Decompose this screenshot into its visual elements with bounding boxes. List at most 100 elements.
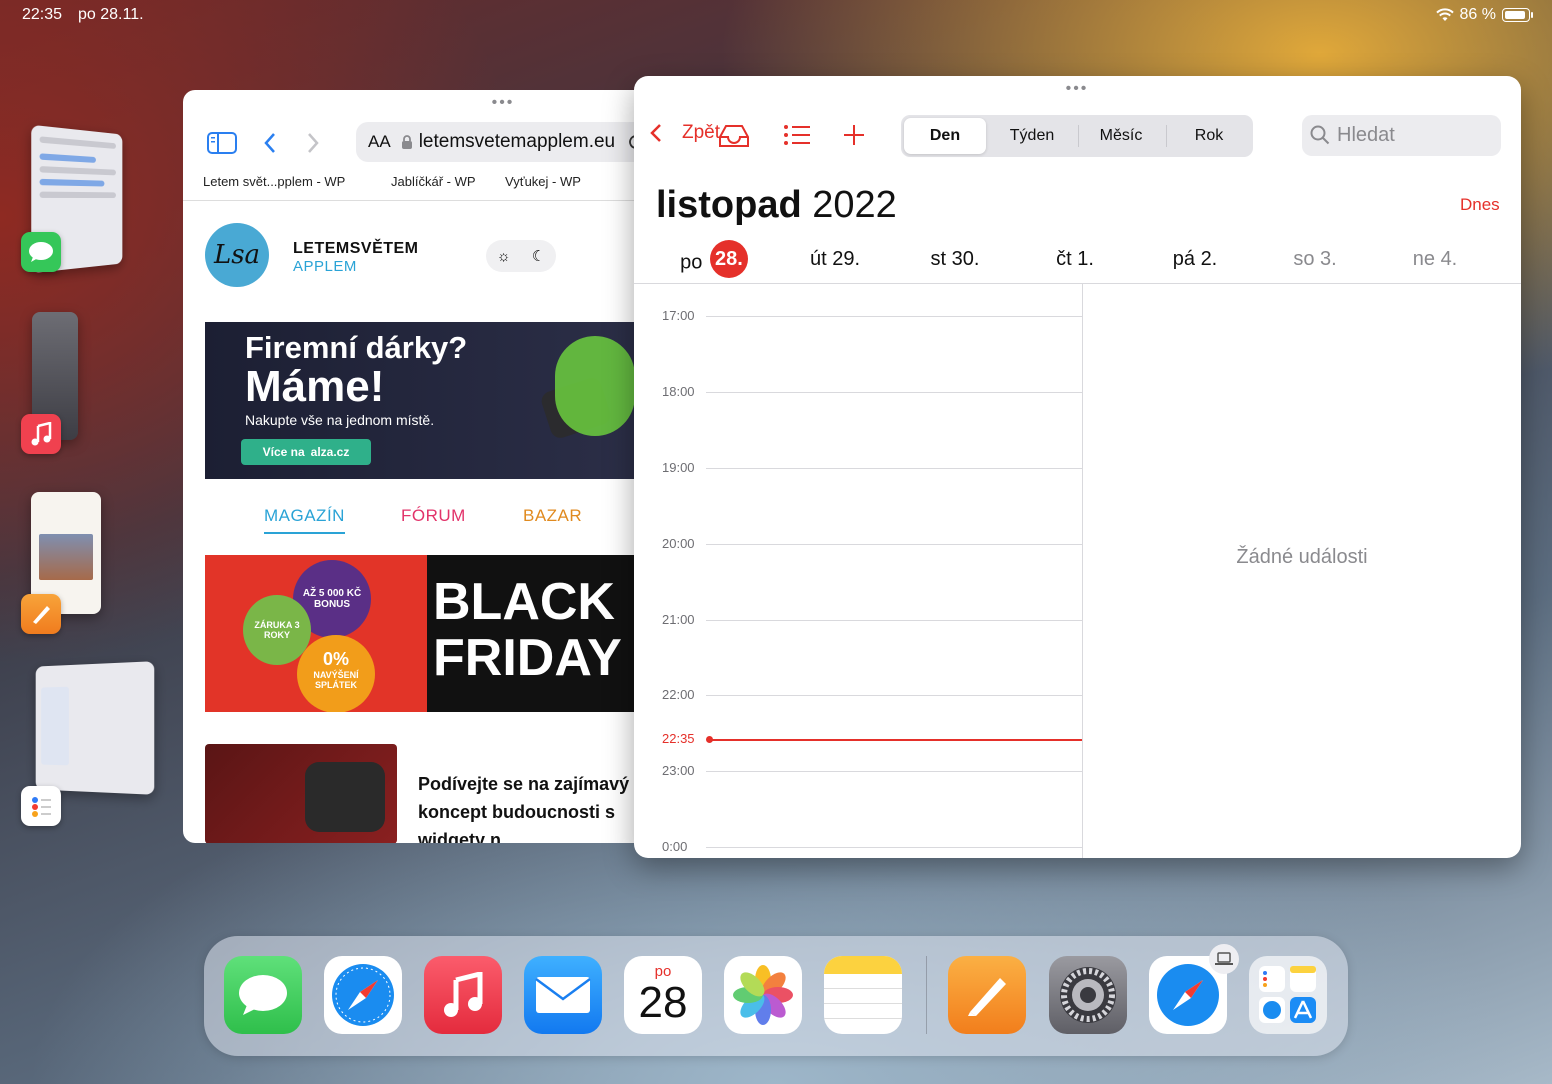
status-date: po 28.11. — [78, 6, 144, 23]
shelf-pages-icon[interactable] — [21, 594, 61, 634]
dock: po 28 — [204, 936, 1348, 1056]
gear-icon — [1060, 967, 1116, 1023]
day-num-today: 28. — [709, 240, 748, 278]
back-button[interactable]: Zpět — [650, 122, 720, 144]
back-icon[interactable] — [263, 132, 277, 154]
segment-divider — [1166, 125, 1167, 147]
shelf-reminders-icon[interactable] — [21, 786, 61, 826]
segment-day[interactable]: Den — [904, 118, 986, 154]
window-grabber[interactable]: ••• — [1057, 81, 1097, 97]
status-time: 22:35 — [22, 6, 63, 23]
dock-calendar[interactable]: po 28 — [624, 956, 702, 1034]
search-field[interactable]: Hledat — [1302, 115, 1501, 156]
hour-label: 21:00 — [662, 612, 695, 627]
add-icon[interactable] — [843, 124, 865, 146]
hour-label: 18:00 — [662, 384, 695, 399]
window-grabber[interactable]: ••• — [483, 95, 523, 111]
view-segmented-control: Den Týden Měsíc Rok — [901, 115, 1253, 157]
nav-bazar[interactable]: BAZAR — [523, 506, 582, 526]
nav-magazin[interactable]: MAGAZÍN — [264, 506, 345, 534]
day-sun[interactable]: ne 4. — [1375, 248, 1495, 271]
dock-pages[interactable] — [948, 956, 1026, 1034]
sun-icon[interactable]: ☼ — [497, 248, 511, 265]
current-time-line — [710, 739, 1082, 741]
day-name: pá — [1172, 248, 1195, 270]
month-title: listopad 2022 — [656, 184, 897, 227]
segment-month[interactable]: Měsíc — [1078, 118, 1164, 154]
battery-icon — [1502, 8, 1533, 22]
url-bar[interactable]: AA letemsvetemapplem.eu — [356, 122, 646, 162]
app-library-icon — [1259, 966, 1316, 1023]
dock-messages[interactable] — [224, 956, 302, 1034]
favorite-letem[interactable]: Letem svět...pplem - WP — [203, 174, 345, 189]
alza-banner[interactable]: Firemní dárky? Máme! Nakupte vše na jedn… — [205, 322, 653, 479]
day-num: 30. — [951, 248, 980, 270]
banner1-subtitle: Nakupte vše na jednom místě. — [245, 412, 435, 428]
day-num: 3. — [1320, 248, 1337, 270]
dock-safari[interactable] — [324, 956, 402, 1034]
segment-year[interactable]: Rok — [1167, 118, 1251, 154]
dock-notes[interactable] — [824, 956, 902, 1034]
banner1-cta[interactable]: Více na alza.cz — [241, 439, 371, 465]
detail-divider — [1082, 284, 1083, 858]
dock-settings[interactable] — [1049, 956, 1127, 1034]
rate-caption: NAVÝŠENÍ SPLÁTEK — [313, 670, 359, 690]
text-size-button[interactable]: AA — [368, 132, 391, 152]
day-mon[interactable]: po 28. — [654, 240, 774, 278]
hour-label: 20:00 — [662, 536, 695, 551]
favorite-jablickar[interactable]: Jablíčkář - WP — [391, 174, 476, 189]
day-thu[interactable]: čt 1. — [1015, 248, 1135, 271]
status-bar: 22:35 po 28.11. 86 % — [0, 6, 1552, 26]
shelf-music-icon[interactable] — [21, 414, 61, 454]
search-placeholder: Hledat — [1337, 124, 1395, 146]
shelf-thumb-reminders[interactable] — [35, 661, 155, 795]
day-name: so — [1293, 248, 1315, 270]
dock-mail[interactable] — [524, 956, 602, 1034]
article-title[interactable]: Podívejte se na zajímavý koncept budoucn… — [418, 770, 653, 843]
hour-label: 22:00 — [662, 687, 695, 702]
article-thumbnail[interactable] — [205, 744, 397, 843]
day-num: 4. — [1440, 248, 1458, 270]
compass-icon — [1157, 964, 1219, 1026]
today-button[interactable]: Dnes — [1460, 195, 1500, 215]
theme-toggle[interactable]: ☼ ☾ — [486, 240, 556, 272]
android-figure — [555, 336, 635, 436]
day-fri[interactable]: pá 2. — [1135, 248, 1255, 271]
nav-forum[interactable]: FÓRUM — [401, 506, 466, 526]
site-name-line2: APPLEM — [293, 258, 357, 275]
black-friday-banner[interactable]: AŽ 5 000 KČ BONUS ZÁRUKA 3 ROKY 0% NAVÝŠ… — [205, 555, 653, 712]
moon-icon[interactable]: ☾ — [532, 247, 545, 265]
day-tue[interactable]: út 29. — [775, 248, 895, 271]
day-wed[interactable]: st 30. — [895, 248, 1015, 271]
notes-line — [824, 988, 902, 989]
black-friday-title1: BLACK — [433, 573, 615, 631]
day-sat[interactable]: so 3. — [1255, 248, 1375, 271]
shelf-messages-icon[interactable] — [21, 232, 61, 272]
back-label: Zpět — [682, 122, 721, 143]
day-timeline[interactable]: 17:00 18:00 19:00 20:00 21:00 22:00 23:0… — [634, 284, 1082, 858]
hour-label: 17:00 — [662, 308, 695, 323]
search-icon — [1310, 125, 1330, 145]
hour-label: 0:00 — [662, 839, 688, 854]
forward-icon[interactable] — [306, 132, 320, 154]
inbox-icon[interactable] — [718, 124, 750, 148]
black-friday-title2: FRIDAY — [433, 629, 622, 687]
list-icon[interactable] — [783, 124, 811, 146]
dock-music[interactable] — [424, 956, 502, 1034]
rate-value: 0% — [322, 649, 349, 669]
dock-photos[interactable] — [724, 956, 802, 1034]
site-logo[interactable]: Lsa — [205, 223, 269, 287]
url-text[interactable]: letemsvetemapplem.eu — [419, 131, 623, 153]
sidebar-icon[interactable] — [207, 132, 237, 154]
notes-line — [824, 1018, 902, 1019]
handoff-badge — [1209, 944, 1239, 974]
dock-app-library[interactable] — [1249, 956, 1327, 1034]
battery-percent: 86 % — [1459, 6, 1496, 23]
lock-icon — [401, 134, 412, 149]
notes-line — [824, 1003, 902, 1004]
banner1-heading1: Firemní dárky? — [245, 330, 468, 365]
dock-calendar-day: 28 — [638, 978, 688, 1027]
favorite-vytukej[interactable]: Vyťukej - WP — [505, 174, 581, 189]
segment-week[interactable]: Týden — [989, 118, 1075, 154]
wifi-icon — [1435, 8, 1454, 21]
